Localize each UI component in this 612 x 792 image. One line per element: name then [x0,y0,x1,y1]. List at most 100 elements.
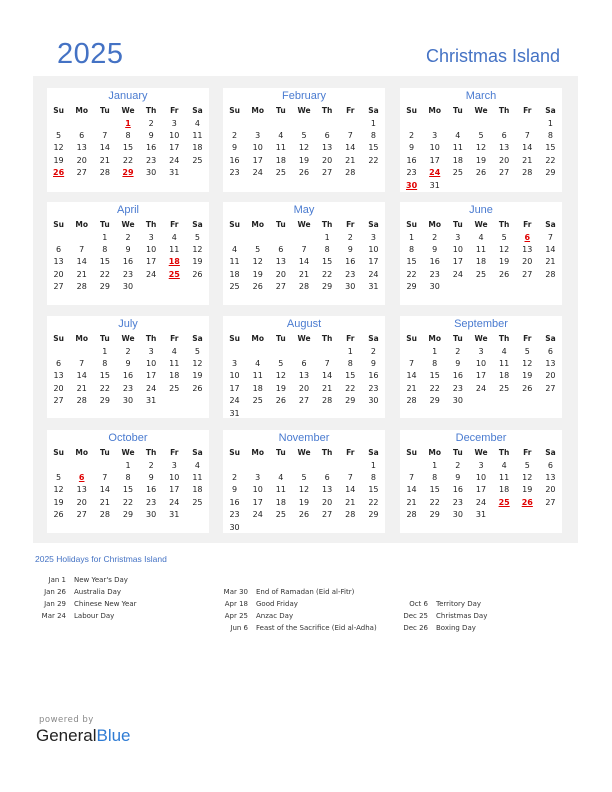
day-cell[interactable]: 24 [163,496,186,508]
day-cell[interactable]: 9 [223,484,246,496]
day-cell[interactable]: 10 [140,243,163,255]
day-cell[interactable]: 19 [47,496,70,508]
day-cell[interactable]: 3 [140,345,163,357]
day-cell[interactable]: 6 [493,129,516,141]
day-cell[interactable]: 31 [469,509,492,521]
day-cell[interactable]: 25 [246,395,269,407]
day-cell[interactable]: 24 [246,167,269,179]
day-cell[interactable]: 22 [316,268,339,280]
day-cell[interactable]: 4 [186,459,209,471]
day-cell[interactable]: 23 [423,268,446,280]
day-cell[interactable]: 9 [446,357,469,369]
day-cell[interactable]: 5 [516,459,539,471]
day-cell[interactable]: 22 [362,496,385,508]
day-cell[interactable]: 13 [516,243,539,255]
day-cell[interactable]: 25 [493,382,516,394]
day-cell[interactable]: 9 [116,243,139,255]
day-cell[interactable]: 31 [362,281,385,293]
day-cell[interactable]: 21 [516,154,539,166]
day-cell[interactable]: 21 [539,256,562,268]
day-cell[interactable]: 23 [362,382,385,394]
day-cell[interactable]: 6 [269,243,292,255]
day-cell[interactable]: 9 [116,357,139,369]
holiday-day-cell[interactable]: 1 [116,117,139,129]
day-cell[interactable]: 30 [140,167,163,179]
day-cell[interactable]: 14 [292,256,315,268]
day-cell[interactable]: 7 [400,357,423,369]
day-cell[interactable]: 29 [93,281,116,293]
day-cell[interactable]: 22 [93,268,116,280]
day-cell[interactable]: 1 [316,231,339,243]
day-cell[interactable]: 28 [539,268,562,280]
holiday-day-cell[interactable]: 25 [493,496,516,508]
day-cell[interactable]: 17 [469,484,492,496]
day-cell[interactable]: 5 [516,345,539,357]
day-cell[interactable]: 30 [140,509,163,521]
day-cell[interactable]: 8 [423,471,446,483]
holiday-day-cell[interactable]: 24 [423,167,446,179]
day-cell[interactable]: 8 [339,357,362,369]
day-cell[interactable]: 26 [292,167,315,179]
day-cell[interactable]: 7 [400,471,423,483]
day-cell[interactable]: 26 [469,167,492,179]
day-cell[interactable]: 4 [163,231,186,243]
day-cell[interactable]: 15 [423,484,446,496]
day-cell[interactable]: 20 [516,256,539,268]
day-cell[interactable]: 6 [70,129,93,141]
day-cell[interactable]: 11 [269,484,292,496]
day-cell[interactable]: 28 [93,509,116,521]
day-cell[interactable]: 8 [116,471,139,483]
day-cell[interactable]: 14 [93,142,116,154]
day-cell[interactable]: 13 [269,256,292,268]
day-cell[interactable]: 10 [446,243,469,255]
day-cell[interactable]: 3 [163,459,186,471]
day-cell[interactable]: 27 [70,509,93,521]
day-cell[interactable]: 22 [423,382,446,394]
day-cell[interactable]: 27 [292,395,315,407]
day-cell[interactable]: 23 [223,167,246,179]
day-cell[interactable]: 29 [362,509,385,521]
day-cell[interactable]: 24 [446,268,469,280]
day-cell[interactable]: 18 [163,370,186,382]
day-cell[interactable]: 30 [446,395,469,407]
day-cell[interactable]: 10 [469,357,492,369]
day-cell[interactable]: 28 [339,509,362,521]
day-cell[interactable]: 16 [423,256,446,268]
day-cell[interactable]: 13 [539,357,562,369]
day-cell[interactable]: 28 [93,167,116,179]
day-cell[interactable]: 27 [47,281,70,293]
day-cell[interactable]: 2 [223,471,246,483]
day-cell[interactable]: 26 [47,509,70,521]
day-cell[interactable]: 8 [316,243,339,255]
day-cell[interactable]: 24 [246,509,269,521]
day-cell[interactable]: 13 [316,484,339,496]
day-cell[interactable]: 26 [186,382,209,394]
day-cell[interactable]: 19 [246,268,269,280]
day-cell[interactable]: 14 [339,142,362,154]
day-cell[interactable]: 24 [223,395,246,407]
day-cell[interactable]: 19 [493,256,516,268]
day-cell[interactable]: 9 [140,129,163,141]
day-cell[interactable]: 28 [400,395,423,407]
day-cell[interactable]: 7 [292,243,315,255]
day-cell[interactable]: 26 [292,509,315,521]
holiday-day-cell[interactable]: 6 [516,231,539,243]
day-cell[interactable]: 29 [316,281,339,293]
day-cell[interactable]: 11 [269,142,292,154]
day-cell[interactable]: 2 [339,231,362,243]
day-cell[interactable]: 29 [400,281,423,293]
day-cell[interactable]: 17 [362,256,385,268]
day-cell[interactable]: 17 [163,484,186,496]
day-cell[interactable]: 4 [246,357,269,369]
day-cell[interactable]: 2 [400,129,423,141]
day-cell[interactable]: 8 [400,243,423,255]
day-cell[interactable]: 5 [493,231,516,243]
day-cell[interactable]: 4 [446,129,469,141]
day-cell[interactable]: 26 [269,395,292,407]
day-cell[interactable]: 28 [400,509,423,521]
holiday-day-cell[interactable]: 26 [47,167,70,179]
day-cell[interactable]: 17 [446,256,469,268]
day-cell[interactable]: 23 [116,382,139,394]
day-cell[interactable]: 17 [246,496,269,508]
day-cell[interactable]: 31 [163,167,186,179]
